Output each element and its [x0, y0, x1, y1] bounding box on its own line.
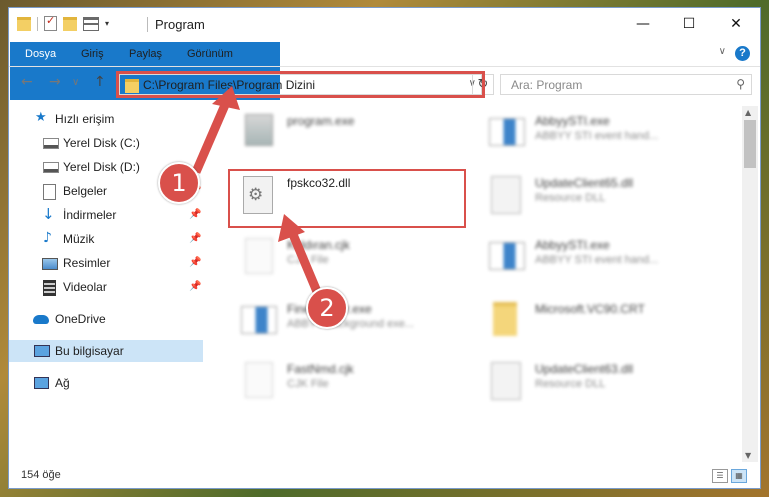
arrow-1-shaft — [191, 96, 233, 174]
arrow-1-head — [212, 86, 240, 110]
arrow-2-shaft — [287, 230, 323, 296]
step-2-badge: 2 — [306, 287, 348, 329]
annotation-arrows — [191, 86, 323, 296]
step-1-badge: 1 — [158, 162, 200, 204]
